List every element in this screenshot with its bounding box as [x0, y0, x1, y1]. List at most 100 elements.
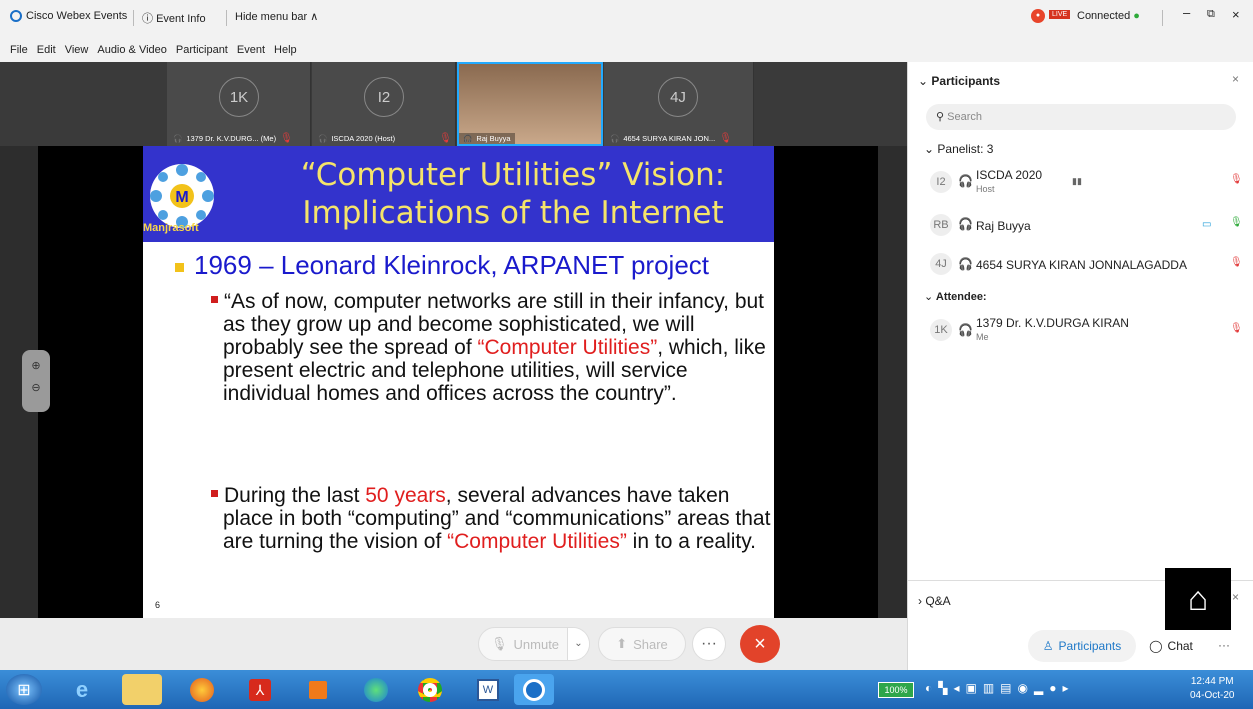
participant-name[interactable]: 4654 SURYA KIRAN JONNALAGADDA — [976, 258, 1187, 272]
thumb-label: 🎧 4654 SURYA KIRAN JON... 🎙 — [610, 133, 732, 144]
app-title: Cisco Webex Events — [26, 10, 128, 22]
avatar: I2 — [930, 171, 952, 193]
avatar: 4J — [658, 77, 698, 117]
menu-edit[interactable]: Edit — [37, 44, 56, 56]
video-thumb[interactable]: 4J 🎧 4654 SURYA KIRAN JON... 🎙 — [604, 62, 754, 146]
participants-panel: ⌄ Participants × ⚲ Search ⌄ Panelist: 3 … — [907, 62, 1253, 670]
acrobat-icon[interactable]: ⅄ — [240, 674, 280, 705]
edge-icon[interactable] — [356, 674, 396, 705]
video-camera-icon: ▭ — [1202, 219, 1212, 230]
unmute-button[interactable]: 🎙 Unmute ⌄ — [478, 627, 590, 661]
avatar: I2 — [364, 77, 404, 117]
participant-name[interactable]: ISCDA 2020 — [976, 168, 1042, 182]
chat-icon: ◯ — [1149, 639, 1163, 653]
thumb-label: 🎧 ISCDA 2020 (Host) 🎙 — [318, 133, 452, 144]
restore-button[interactable]: ⧉ — [1207, 8, 1215, 21]
video-thumbnail-strip: 1K 🎧 1379 Dr. K.V.DURG... (Me) 🎙 I2 🎧 ISCDA… — [0, 62, 907, 146]
slide-header: M Manjrasoft “Computer Utilities” Vision… — [143, 146, 774, 242]
chat-toggle-button[interactable]: ◯ Chat — [1140, 630, 1202, 662]
clock[interactable]: 12:44 PM 04-Oct-20 — [1190, 675, 1234, 703]
menu-audio-video[interactable]: Audio & Video — [97, 44, 167, 56]
menu-file[interactable]: File — [10, 44, 28, 56]
internet-explorer-icon[interactable]: e — [62, 674, 102, 705]
svg-text:M: M — [175, 189, 188, 206]
meeting-controls: 🎙 Unmute ⌄ ⬆ Share ··· × — [0, 618, 907, 670]
menu-help[interactable]: Help — [274, 44, 297, 56]
zoom-out-icon[interactable]: ⊖ — [22, 381, 50, 394]
chevron-down-icon: ⌄ — [918, 74, 929, 88]
avatar: 1K — [219, 77, 259, 117]
mic-muted-icon: 🎙 — [719, 133, 732, 144]
slide-page-number: 6 — [155, 600, 161, 610]
headset-icon: 🎧 — [610, 134, 620, 143]
share-icon: ⬆ — [616, 636, 628, 651]
minimize-button[interactable]: – — [1183, 5, 1190, 20]
event-info-button[interactable]: ⓘ Event Info — [142, 10, 206, 26]
windows-taskbar: ⊞ e ⅄ W 100% ◐▚◂▣▥▤◉▂●▸ 12:44 PM 04-Oct-2… — [0, 670, 1253, 709]
zoom-control[interactable]: ⊕ ⊖ — [22, 350, 50, 412]
zoom-in-icon[interactable]: ⊕ — [22, 359, 50, 372]
close-qa-button[interactable]: × — [1232, 590, 1239, 604]
mic-muted-icon[interactable]: 🎙 — [1230, 174, 1243, 185]
start-button[interactable]: ⊞ — [6, 674, 42, 705]
close-window-button[interactable]: × — [1232, 7, 1240, 22]
mic-muted-icon[interactable]: 🎙 — [1230, 323, 1243, 334]
participant-name[interactable]: Raj Buyya — [976, 219, 1031, 233]
shared-slide: M Manjrasoft “Computer Utilities” Vision… — [143, 146, 774, 618]
mic-muted-icon: 🎙 — [280, 133, 293, 144]
slide-paragraph-1: “As of now, computer networks are still … — [211, 290, 771, 405]
menu-view[interactable]: View — [65, 44, 89, 56]
panelist-header[interactable]: ⌄ Panelist: 3 — [924, 142, 993, 156]
media-player-icon[interactable] — [298, 674, 338, 705]
webex-logo-icon — [10, 10, 22, 25]
file-explorer-icon[interactable] — [122, 674, 162, 705]
menu-bar: File Edit View Audio & Video Participant… — [0, 38, 1253, 62]
avatar: RB — [930, 214, 952, 236]
mic-muted-icon[interactable]: 🎙 — [1230, 257, 1243, 268]
chrome-icon[interactable] — [410, 674, 450, 705]
headset-icon: 🎧 — [958, 257, 973, 271]
video-thumb[interactable]: 1K 🎧 1379 Dr. K.V.DURG... (Me) 🎙 — [167, 62, 311, 146]
search-input[interactable]: ⚲ Search — [926, 104, 1236, 130]
hide-menu-bar-button[interactable]: Hide menu bar ∧ — [235, 10, 318, 23]
record-icon: ● — [1031, 9, 1045, 23]
headset-icon: 🎧 — [958, 174, 973, 188]
live-badge: LIVE — [1049, 10, 1071, 19]
chevron-down-icon: ⌄ — [924, 291, 934, 303]
system-tray-icons[interactable]: ◐▚◂▣▥▤◉▂●▸ — [925, 681, 1074, 695]
more-options-button[interactable]: ··· — [692, 627, 726, 661]
participant-name[interactable]: 1379 Dr. K.V.DURGA KIRAN — [976, 316, 1129, 330]
mic-muted-icon: 🎙 — [491, 636, 508, 651]
search-icon: ⚲ — [936, 111, 945, 123]
title-bar: Cisco Webex Events ⓘ Event Info Hide men… — [0, 0, 1253, 38]
headset-icon: 🎧 — [958, 217, 973, 231]
headset-icon: 🎧 — [318, 134, 328, 143]
avatar: 4J — [930, 253, 952, 275]
more-panels-button[interactable]: ··· — [1218, 638, 1230, 652]
chevron-down-icon: ⌄ — [924, 142, 935, 156]
menu-participant[interactable]: Participant — [176, 44, 228, 56]
connection-status: Connected ● — [1077, 10, 1140, 22]
mic-on-icon[interactable]: 🎙 — [1230, 217, 1243, 228]
participant-role: Me — [976, 332, 989, 342]
share-button[interactable]: ⬆ Share — [598, 627, 686, 661]
close-panel-button[interactable]: × — [1232, 72, 1239, 86]
panel-title[interactable]: ⌄ Participants — [918, 74, 1000, 88]
avatar: 1K — [930, 319, 952, 341]
firefox-icon[interactable] — [182, 674, 222, 705]
thumb-label: 🎧 1379 Dr. K.V.DURG... (Me) 🎙 — [173, 133, 293, 144]
participant-role: Host — [976, 184, 995, 194]
webex-taskbar-icon[interactable] — [514, 674, 554, 705]
qa-section[interactable]: › Q&A — [918, 594, 951, 608]
attendee-header[interactable]: ⌄ Attendee: — [924, 290, 987, 303]
menu-event[interactable]: Event — [237, 44, 265, 56]
leave-meeting-button[interactable]: × — [740, 625, 780, 663]
logo-text: Manjrasoft — [143, 222, 199, 234]
participants-toggle-button[interactable]: ♙ Participants — [1028, 630, 1136, 662]
watermark-logo-icon: ⌂ — [1165, 568, 1231, 630]
word-icon[interactable]: W — [468, 674, 508, 705]
mic-muted-icon: 🎙 — [439, 133, 452, 144]
video-thumb[interactable]: I2 🎧 ISCDA 2020 (Host) 🎙 — [312, 62, 456, 146]
active-speaker-video[interactable]: 🎧 Raj Buyya — [457, 62, 603, 146]
battery-indicator[interactable]: 100% — [878, 682, 914, 698]
